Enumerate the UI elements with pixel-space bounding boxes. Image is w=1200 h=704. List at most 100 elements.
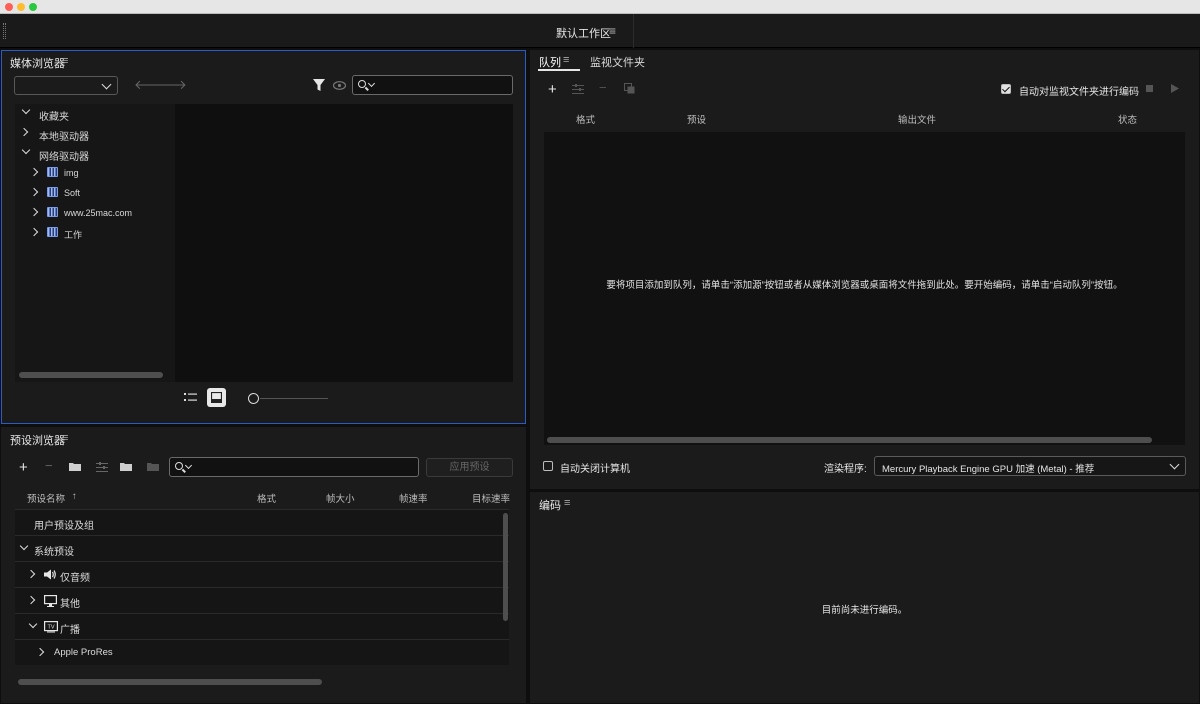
add-source-icon[interactable]: +	[548, 81, 557, 98]
speaker-icon	[44, 569, 56, 580]
network-drive-icon	[47, 167, 58, 177]
encoding-empty-text: 目前尚未进行编码。	[821, 605, 908, 616]
media-browser-menu-icon[interactable]: ≡	[62, 55, 68, 67]
eye-icon[interactable]	[333, 81, 346, 90]
workspace-title[interactable]: 默认工作区	[556, 25, 611, 41]
network-drive-icon	[47, 207, 58, 217]
sort-ascending-icon[interactable]: ↑	[72, 491, 77, 502]
chevron-right-icon[interactable]	[26, 569, 36, 579]
new-group-icon[interactable]	[69, 462, 82, 472]
import-preset-icon[interactable]	[120, 462, 133, 472]
start-queue-icon[interactable]	[1171, 84, 1179, 93]
chevron-down-icon[interactable]	[21, 145, 31, 155]
column-header-status[interactable]: 状态	[1118, 112, 1137, 126]
chevron-right-icon[interactable]	[35, 647, 45, 657]
auto-shutdown-label: 自动关闭计算机	[560, 464, 630, 475]
column-header-target-rate[interactable]: 目标速率	[472, 491, 510, 505]
media-browser-title: 媒体浏览器	[10, 58, 65, 70]
column-header-format[interactable]: 格式	[576, 112, 595, 126]
preset-search-input[interactable]	[169, 457, 419, 477]
thumbnail-view-icon	[211, 392, 222, 403]
column-header-frame-rate[interactable]: 帧速率	[399, 491, 428, 505]
tab-queue[interactable]: 队列	[539, 54, 561, 70]
preset-row-user-presets[interactable]: 用户预设及组	[15, 509, 509, 535]
workspace-bar: 默认工作区 ≡	[0, 14, 1200, 48]
media-tree: 收藏夹 本地驱动器 网络驱动器 img Soft www.25mac.com 工…	[15, 104, 175, 382]
window-titlebar	[0, 0, 1200, 14]
monitor-icon	[44, 595, 57, 607]
filter-icon[interactable]	[313, 79, 325, 92]
preset-row-apple-prores[interactable]: Apple ProRes	[15, 639, 509, 665]
stop-queue-icon[interactable]	[1146, 85, 1153, 92]
forward-arrow-icon[interactable]: 🡒	[152, 77, 187, 93]
thumbnail-view-button[interactable]	[207, 388, 226, 407]
queue-panel: 队列 ≡ 监视文件夹 + − 自动对监视文件夹进行编码 格式 预设 输出文件 状…	[530, 50, 1199, 489]
preset-browser-menu-icon[interactable]: ≡	[62, 432, 68, 444]
preset-row-other[interactable]: 其他	[15, 587, 509, 613]
preset-row-audio-only[interactable]: 仅音频	[15, 561, 509, 587]
renderer-dropdown[interactable]: Mercury Playback Engine GPU 加速 (Metal) -…	[874, 456, 1186, 476]
network-drive-icon	[47, 227, 58, 237]
search-options-chevron-icon[interactable]	[184, 461, 193, 470]
queue-menu-icon[interactable]: ≡	[563, 54, 569, 66]
tab-watch-folders[interactable]: 监视文件夹	[590, 54, 645, 70]
preset-row-broadcast[interactable]: TV 广播	[15, 613, 509, 639]
minimize-window-button[interactable]	[17, 3, 25, 11]
column-header-preset[interactable]: 预设	[687, 112, 706, 126]
search-icon	[175, 462, 183, 470]
encoding-panel: 编码 ≡ 目前尚未进行编码。	[530, 492, 1199, 703]
preset-browser-title: 预设浏览器	[10, 435, 65, 447]
chevron-right-icon[interactable]	[29, 227, 39, 237]
remove-preset-icon[interactable]: −	[45, 458, 53, 473]
column-header-preset-name[interactable]: 预设名称	[27, 491, 65, 505]
list-view-icon[interactable]	[184, 392, 197, 403]
auto-shutdown-checkbox[interactable]	[543, 461, 553, 471]
media-browser-panel: 媒体浏览器 ≡ 🡐 🡒 收藏夹 本地驱动器 网络驱动器 img Soft www…	[1, 50, 526, 424]
zoom-window-button[interactable]	[29, 3, 37, 11]
zoom-slider-track[interactable]	[260, 398, 328, 399]
media-search-input[interactable]	[352, 75, 513, 95]
location-dropdown[interactable]	[14, 76, 118, 95]
apply-preset-button[interactable]: 应用预设	[426, 458, 513, 477]
remove-item-icon[interactable]: −	[599, 80, 607, 95]
search-options-chevron-icon[interactable]	[367, 79, 376, 88]
queue-settings-icon[interactable]	[572, 84, 584, 94]
export-preset-icon[interactable]	[147, 462, 160, 472]
preset-browser-panel: 预设浏览器 ≡ + − 应用预设 预设名称 ↑ 格式 帧大小 帧速率 目标速率 …	[1, 427, 526, 703]
queue-horizontal-scrollbar[interactable]	[547, 437, 1152, 443]
chevron-right-icon[interactable]	[26, 595, 36, 605]
workspace-divider	[633, 14, 634, 48]
chevron-down-icon	[1169, 459, 1180, 470]
renderer-label: 渲染程序:	[824, 464, 867, 475]
chevron-down-icon[interactable]	[28, 619, 38, 629]
tree-horizontal-scrollbar[interactable]	[19, 372, 163, 378]
column-header-output-file[interactable]: 输出文件	[898, 112, 936, 126]
queue-empty-hint: 要将项目添加到队列，请单击“添加源”按钮或者从媒体浏览器或桌面将文件拖到此处。要…	[606, 280, 1123, 291]
close-window-button[interactable]	[5, 3, 13, 11]
preset-row-system-presets[interactable]: 系统预设	[15, 535, 509, 561]
preset-vertical-scrollbar[interactable]	[503, 513, 508, 621]
chevron-down-icon	[101, 79, 112, 90]
preset-horizontal-scrollbar[interactable]	[18, 679, 322, 685]
chevron-right-icon[interactable]	[29, 207, 39, 217]
media-content-area[interactable]	[175, 104, 513, 382]
chevron-right-icon[interactable]	[29, 167, 39, 177]
auto-encode-label: 自动对监视文件夹进行编码	[1019, 87, 1139, 98]
chevron-down-icon[interactable]	[21, 105, 31, 115]
queue-list-area[interactable]: 要将项目添加到队列，请单击“添加源”按钮或者从媒体浏览器或桌面将文件拖到此处。要…	[544, 132, 1185, 445]
chevron-down-icon[interactable]	[19, 541, 29, 551]
add-preset-icon[interactable]: +	[19, 459, 28, 476]
encoding-menu-icon[interactable]: ≡	[564, 497, 570, 509]
workspace-menu-icon[interactable]: ≡	[609, 24, 616, 38]
drag-grip-icon[interactable]	[3, 23, 6, 39]
auto-encode-checkbox[interactable]	[1001, 84, 1011, 94]
renderer-dropdown-value: Mercury Playback Engine GPU 加速 (Metal) -…	[882, 464, 1095, 475]
preset-settings-icon[interactable]	[96, 462, 108, 472]
column-header-format[interactable]: 格式	[257, 491, 276, 505]
chevron-right-icon[interactable]	[29, 187, 39, 197]
duplicate-icon[interactable]	[624, 83, 635, 94]
chevron-right-icon[interactable]	[19, 127, 29, 137]
zoom-slider-handle[interactable]	[248, 393, 259, 404]
column-header-frame-size[interactable]: 帧大小	[326, 491, 355, 505]
tv-icon: TV	[44, 621, 58, 633]
